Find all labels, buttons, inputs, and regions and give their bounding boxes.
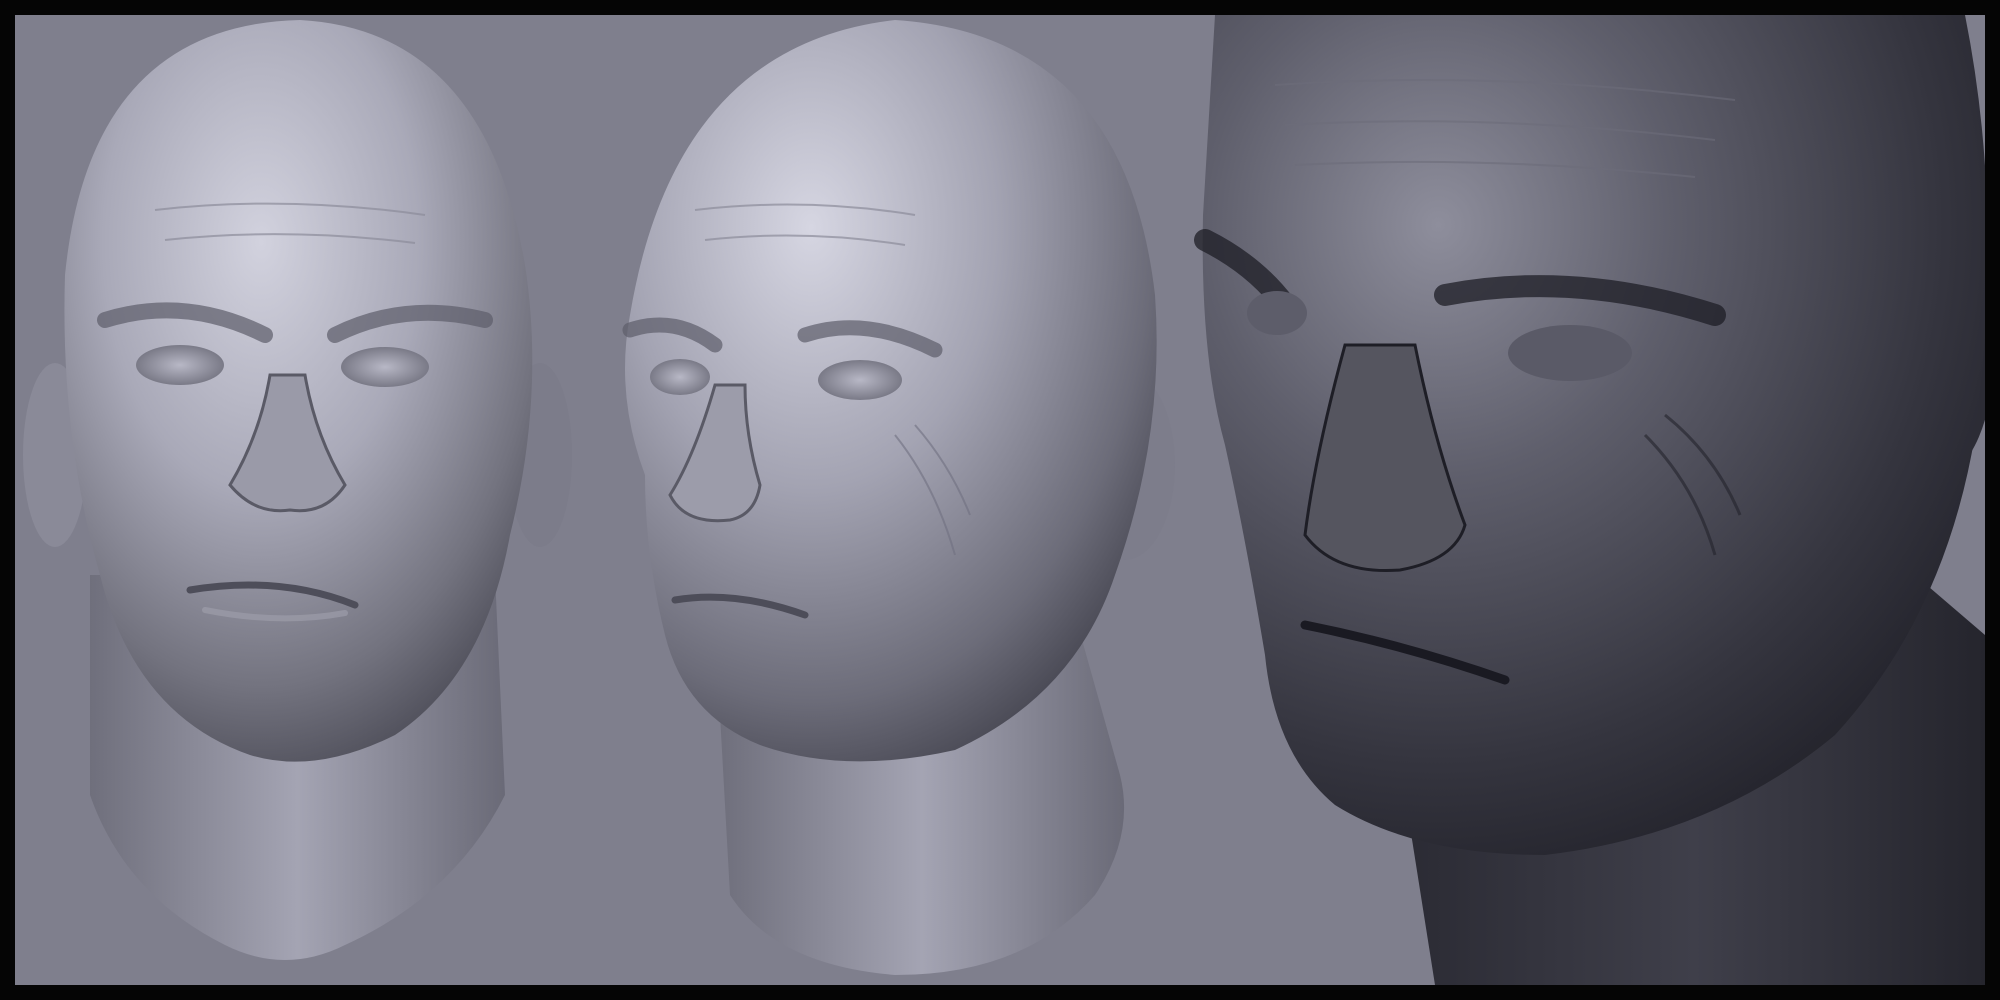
front-right-eye [341, 347, 429, 387]
three-quarter-right-eye [818, 360, 902, 400]
three-quarter-left-eye [650, 359, 710, 395]
close-up-left-eye [1247, 291, 1307, 335]
three-quarter-view [622, 20, 1175, 975]
front-view [23, 20, 572, 960]
sculpt-render [23, 15, 1985, 985]
image-frame [0, 0, 2000, 1000]
front-left-eye [136, 345, 224, 385]
close-up-right-eye [1508, 325, 1632, 381]
close-up-view [1194, 15, 1985, 985]
render-canvas [15, 15, 1985, 985]
